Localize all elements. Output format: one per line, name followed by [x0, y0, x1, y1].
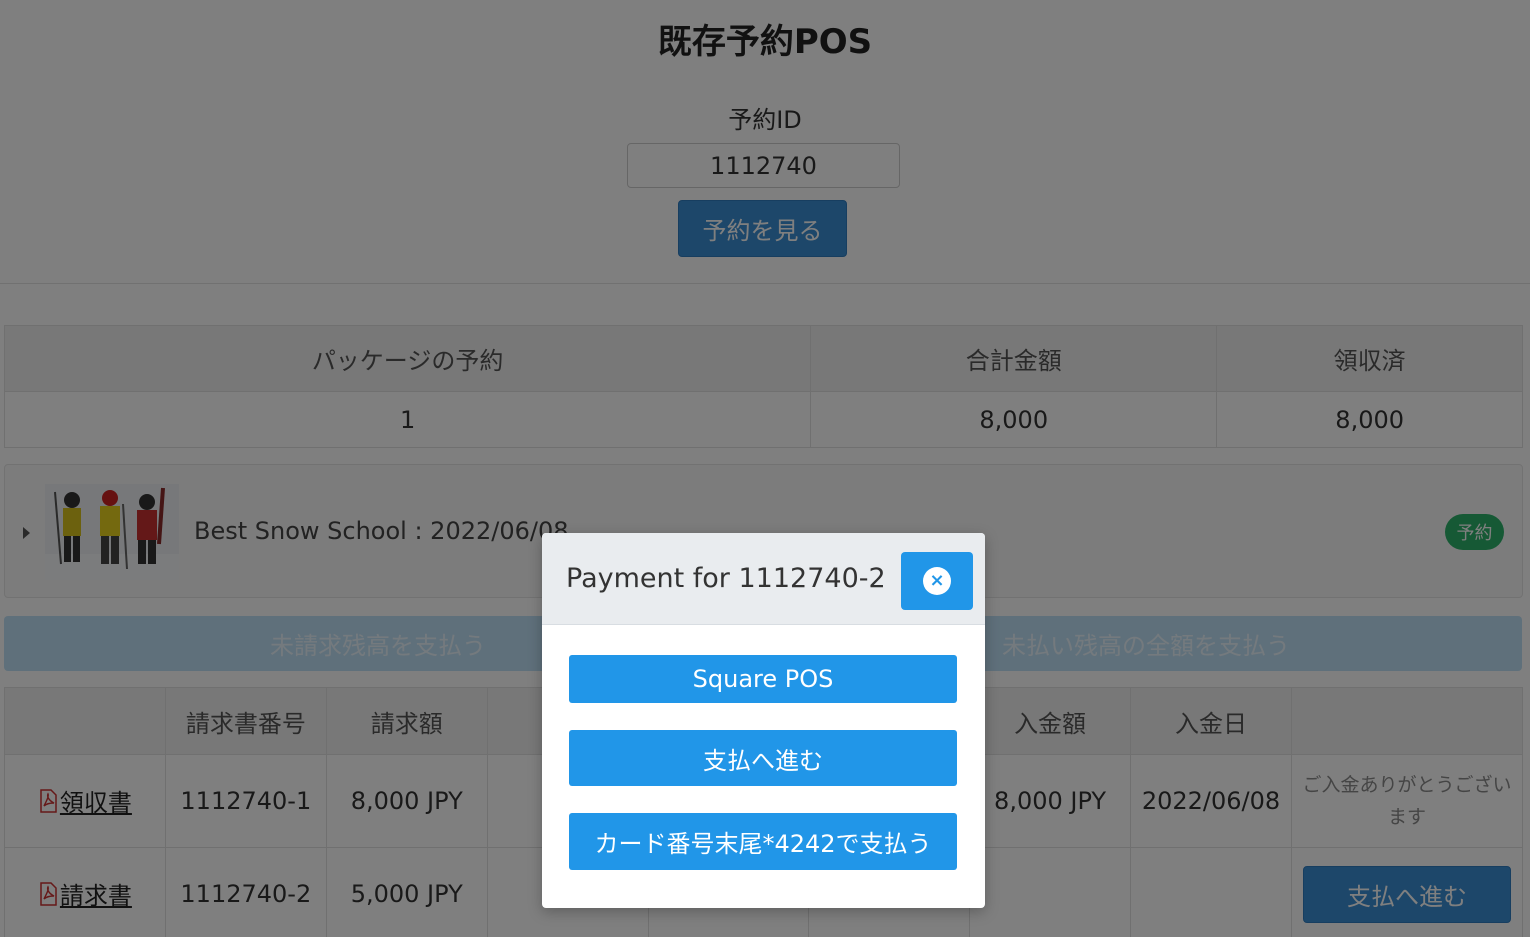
modal-title: Payment for 1112740-2: [566, 563, 886, 594]
pay-with-saved-card-button[interactable]: カード番号末尾*4242で支払う: [569, 813, 957, 870]
modal-header: Payment for 1112740-2 ×: [542, 533, 985, 625]
close-icon: ×: [923, 567, 951, 595]
square-pos-button[interactable]: Square POS: [569, 655, 957, 703]
proceed-to-payment-button[interactable]: 支払へ進む: [569, 730, 957, 786]
modal-close-button[interactable]: ×: [901, 552, 973, 610]
payment-modal: Payment for 1112740-2 × Square POS 支払へ進む…: [542, 533, 985, 908]
